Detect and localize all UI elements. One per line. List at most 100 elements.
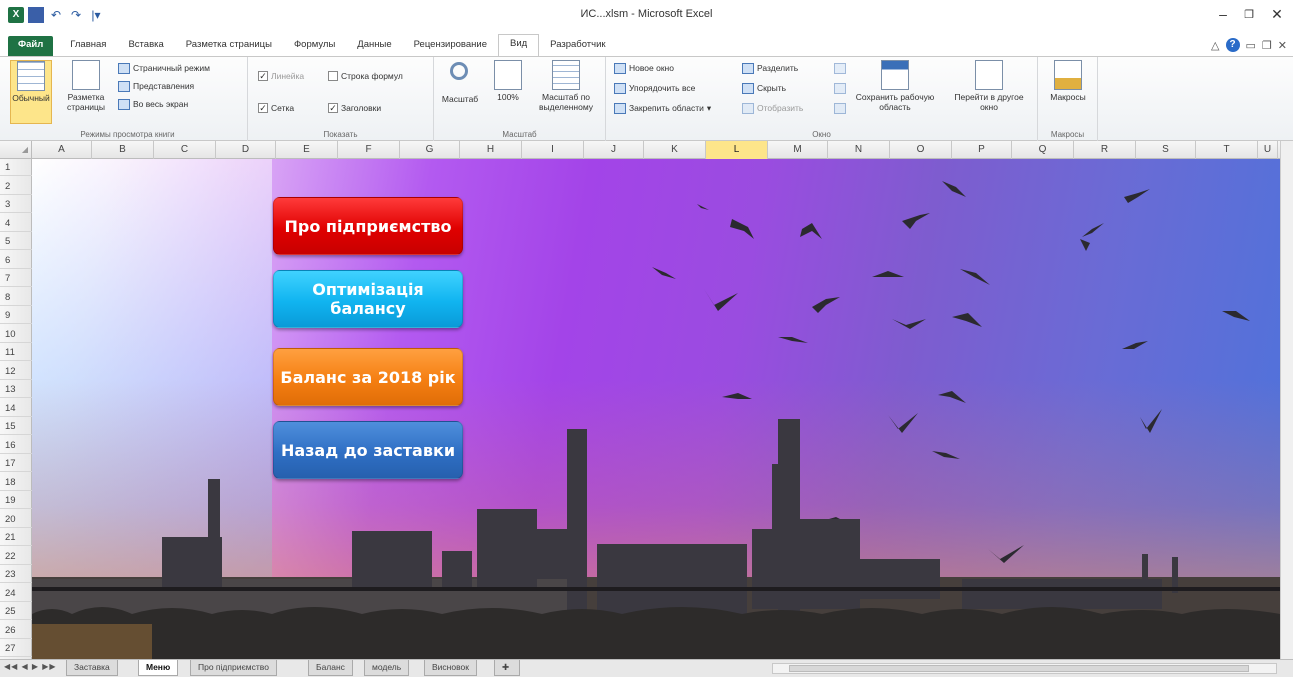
tab-developer[interactable]: Разработчик [539,36,616,56]
ribbon-minimize-icon[interactable]: △ [1211,39,1219,52]
row-header[interactable]: 26 [0,622,32,639]
balance-2018-button[interactable]: Баланс за 2018 рік [273,348,463,406]
new-window-button[interactable]: Новое окно [614,61,674,75]
column-header[interactable]: K [644,141,706,159]
column-header[interactable]: E [276,141,338,159]
vertical-scrollbar[interactable] [1280,141,1293,659]
row-header[interactable]: 23 [0,566,32,584]
balance-optimization-button[interactable]: Оптимізація балансу [273,270,463,328]
zoom-100-button[interactable]: 100% [492,60,524,102]
sheet-tab-model[interactable]: модель [364,660,410,676]
tab-file[interactable]: Файл [8,36,54,56]
column-header[interactable]: Q [1012,141,1074,159]
row-header[interactable]: 14 [0,400,32,417]
zoom-button[interactable]: Масштаб [438,60,482,104]
row-header[interactable]: 20 [0,511,32,528]
tab-home[interactable]: Главная [59,36,117,56]
page-break-button[interactable]: Страничный режим [118,61,210,75]
workbook-minimize-icon[interactable]: ▭ [1246,39,1256,52]
row-header[interactable]: 27 [0,640,32,658]
column-header[interactable]: I [522,141,584,159]
tab-page-layout[interactable]: Разметка страницы [175,36,283,56]
row-header[interactable]: 15 [0,418,32,436]
restore-button[interactable]: ❐ [1234,8,1264,21]
headings-checkbox[interactable]: ✓ Заголовки [328,101,381,115]
column-header[interactable]: P [952,141,1012,159]
row-header[interactable]: 25 [0,603,32,621]
page-layout-button[interactable]: Разметка страницы [60,60,112,112]
row-header[interactable]: 12 [0,363,32,380]
tab-view[interactable]: Вид [497,34,540,56]
sheet-tab-about[interactable]: Про підприємство [190,660,277,676]
tab-formulas[interactable]: Формулы [283,36,346,56]
row-header[interactable]: 24 [0,585,32,602]
normal-view-button[interactable]: Обычный [10,60,52,124]
column-header[interactable]: J [584,141,644,159]
switch-windows-button[interactable]: Перейти в другое окно [946,60,1032,112]
column-header[interactable]: G [400,141,460,159]
sheet-tab-balance[interactable]: Баланс [308,660,353,676]
row-header[interactable]: 18 [0,474,32,491]
new-sheet-icon[interactable]: ✚ [494,660,520,676]
tab-data[interactable]: Данные [346,36,402,56]
column-header[interactable]: R [1074,141,1136,159]
column-header[interactable]: M [768,141,828,159]
row-header[interactable]: 11 [0,344,32,362]
row-header[interactable]: 17 [0,455,32,473]
row-header[interactable]: 21 [0,529,32,547]
row-header[interactable]: 2 [0,178,32,195]
column-header[interactable]: U [1258,141,1278,159]
sheet-tab-conclusion[interactable]: Висновок [424,660,477,676]
horizontal-scroll-thumb[interactable] [789,665,1249,672]
sheet-tab-splash[interactable]: Заставка [66,660,118,676]
arrange-all-button[interactable]: Упорядочить все [614,81,695,95]
sheet-nav-arrows-icon[interactable]: ◀◀ ◀ ▶ ▶▶ [4,662,57,671]
column-header[interactable]: C [154,141,216,159]
row-header[interactable]: 9 [0,307,32,325]
row-header[interactable]: 8 [0,289,32,306]
row-header[interactable]: 7 [0,270,32,288]
row-header[interactable]: 10 [0,326,32,343]
unhide-button[interactable]: Отобразить [742,101,803,115]
column-header[interactable]: H [460,141,522,159]
tab-insert[interactable]: Вставка [117,36,174,56]
macros-button[interactable]: Макросы [1044,60,1092,102]
save-workspace-button[interactable]: Сохранить рабочую область [854,60,936,112]
row-header[interactable]: 6 [0,252,32,269]
help-icon[interactable]: ? [1225,38,1240,52]
column-header[interactable]: D [216,141,276,159]
split-button[interactable]: Разделить [742,61,798,75]
column-header[interactable]: T [1196,141,1258,159]
column-header[interactable]: L [706,141,768,159]
sheet-tab-menu[interactable]: Меню [138,660,179,676]
column-header[interactable]: F [338,141,400,159]
row-header[interactable]: 19 [0,492,32,510]
zoom-selection-button[interactable]: Масштаб по выделенному [530,60,602,112]
custom-views-button[interactable]: Представления [118,79,194,93]
hide-button[interactable]: Скрыть [742,81,786,95]
row-header[interactable]: 4 [0,215,32,232]
back-to-splash-button[interactable]: Назад до заставки [273,421,463,479]
row-header[interactable]: 1 [0,159,32,177]
row-header[interactable]: 13 [0,381,32,399]
row-header[interactable]: 5 [0,233,32,251]
column-header[interactable]: B [92,141,154,159]
freeze-panes-button[interactable]: Закрепить области ▾ [614,101,711,115]
ruler-checkbox[interactable]: ✓ Линейка [258,69,304,83]
row-header[interactable]: 16 [0,437,32,454]
tab-review[interactable]: Рецензирование [403,36,498,56]
select-all-corner[interactable]: ◢ [0,141,32,159]
about-company-button[interactable]: Про підприємство [273,197,463,255]
workbook-restore-icon[interactable]: ❐ [1262,39,1272,52]
synchronous-scroll-icon[interactable] [834,81,846,95]
column-header[interactable]: A [32,141,92,159]
column-header[interactable]: O [890,141,952,159]
formula-bar-checkbox[interactable]: Строка формул [328,69,403,83]
row-header[interactable]: 3 [0,196,32,214]
column-header[interactable]: N [828,141,890,159]
horizontal-scrollbar[interactable] [772,663,1277,674]
column-header[interactable]: S [1136,141,1196,159]
view-side-by-side-icon[interactable] [834,61,846,75]
gridlines-checkbox[interactable]: ✓ Сетка [258,101,294,115]
row-header[interactable]: 22 [0,548,32,565]
